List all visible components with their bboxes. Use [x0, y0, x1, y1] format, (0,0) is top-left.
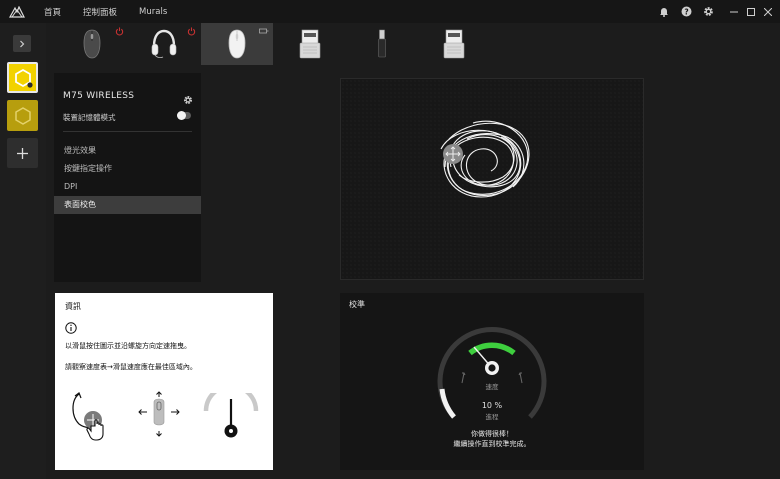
info-instruction-2: 請觀察速度表→滑鼠速度應在最佳區域內。 [65, 363, 197, 371]
device-title: M75 WIRELESS [63, 91, 135, 101]
headset-icon [151, 29, 177, 58]
info-instruction-1: 以滑鼠按住圖示並沿螺旋方向定速拖曳。 [65, 342, 191, 350]
hexagon-profile-icon [14, 68, 33, 88]
menu-key-assignments[interactable]: 按鍵指定操作 [54, 160, 201, 178]
top-bar: 首頁 控制面板 Murals ? [0, 0, 780, 23]
menu-dpi[interactable]: DPI [54, 178, 201, 196]
speed-gauge-illustration-icon [203, 383, 259, 445]
maximize-icon[interactable] [744, 0, 757, 23]
memory-mode-label: 裝置記憶體模式 [63, 113, 116, 122]
menu-surface-calibration[interactable]: 表面校色 [54, 196, 201, 214]
calibration-panel: 校準 速度 10 % 進程 你做得很棒！ 繼續操作直到校準完成。 [340, 293, 644, 470]
device-settings-gear-icon[interactable] [183, 90, 193, 109]
notification-bell-icon[interactable] [653, 0, 675, 23]
corsair-logo-icon[interactable] [0, 0, 34, 23]
hexagon-profile-icon [14, 106, 31, 125]
device-dark-mouse[interactable] [56, 23, 128, 65]
drag-handle-icon [443, 144, 463, 164]
dark-mouse-icon [83, 29, 101, 59]
nav-murals[interactable]: Murals [139, 7, 167, 17]
usb-dongle-icon [378, 29, 386, 58]
minimize-icon[interactable] [727, 0, 740, 23]
usb-receiver-icon [299, 29, 321, 59]
info-icon [65, 319, 77, 338]
device-m75-wireless[interactable] [201, 23, 273, 65]
device-strip [46, 23, 780, 65]
divider [63, 131, 192, 132]
plus-icon [17, 147, 28, 159]
nav-dashboard[interactable]: 控制面板 [83, 6, 117, 18]
usb-receiver-icon [443, 29, 465, 59]
encouragement-message: 你做得很棒！ [471, 430, 513, 438]
device-usb-dongle[interactable] [346, 23, 418, 65]
continue-message: 繼續操作直到校準完成。 [453, 440, 531, 448]
memory-mode-toggle[interactable] [177, 111, 191, 120]
progress-percent: 10 % [481, 401, 503, 410]
power-off-icon [187, 27, 196, 36]
expand-rail-button[interactable] [13, 35, 31, 52]
device-usb-receiver-1[interactable] [274, 23, 346, 65]
device-usb-receiver-2[interactable] [418, 23, 490, 65]
white-mouse-icon [228, 29, 246, 59]
profile-rail [0, 23, 46, 479]
progress-label: 進程 [485, 413, 499, 421]
svg-text:?: ? [684, 7, 688, 16]
device-headset[interactable] [128, 23, 200, 65]
icue-window: 首頁 控制面板 Murals ? M75 WIRELESS 裝置記憶體模式 燈光… [0, 0, 780, 479]
settings-gear-icon[interactable] [697, 0, 719, 23]
help-icon[interactable]: ? [675, 0, 697, 23]
info-title: 資訊 [65, 302, 81, 311]
surface-calibration-canvas[interactable] [340, 78, 644, 280]
power-off-icon [115, 27, 124, 36]
device-settings-panel: M75 WIRELESS 裝置記憶體模式 燈光效果 按鍵指定操作 DPI 表面校… [54, 73, 201, 282]
info-panel: 資訊 以滑鼠按住圖示並沿螺旋方向定速拖曳。 請觀察速度表→滑鼠速度應在最佳區域內… [55, 293, 273, 470]
speed-label: 速度 [485, 383, 499, 391]
toggle-knob [177, 111, 186, 120]
add-profile-button[interactable] [7, 138, 38, 168]
drag-spiral-illustration-icon [69, 390, 117, 454]
profile-default-active[interactable] [7, 62, 38, 93]
wireless-status-icon [259, 28, 269, 34]
calibration-title: 校準 [349, 300, 365, 309]
close-icon[interactable] [761, 0, 774, 23]
menu-lighting-effects[interactable]: 燈光效果 [54, 142, 201, 160]
mouse-direction-illustration-icon [135, 390, 183, 442]
profile-secondary[interactable] [7, 100, 38, 131]
top-right-controls: ? [653, 0, 780, 23]
spiral-trace-drawing [440, 120, 530, 198]
chevron-right-icon [20, 40, 25, 47]
nav-home[interactable]: 首頁 [44, 6, 61, 18]
